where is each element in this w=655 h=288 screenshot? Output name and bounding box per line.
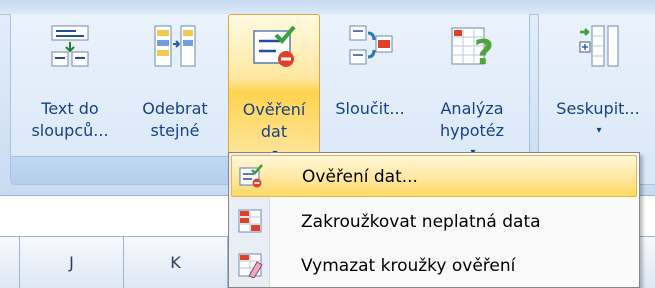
column-header-k[interactable]: K <box>124 237 228 288</box>
menu-item-clear-validation-circles[interactable]: Vymazat kroužky ověření <box>231 245 637 287</box>
group-button[interactable]: Seskupit... ▾ <box>546 14 650 156</box>
text-to-columns-button[interactable]: Text do sloupců... <box>16 14 124 156</box>
data-validation-button[interactable]: Ověření dat▾ <box>228 14 320 159</box>
data-validation-icon <box>239 164 263 188</box>
button-label: Odebrat stejné <box>142 99 208 140</box>
menu-item-circle-invalid-data[interactable]: Zakroužkovat neplatná data <box>231 201 637 243</box>
menu-item-label: Ověření dat... <box>302 167 418 187</box>
circle-invalid-data-icon <box>238 209 262 233</box>
what-if-analysis-icon: ? <box>451 27 494 70</box>
data-validation-menu: Ověření dat... Zakroužkovat neplatná dat… <box>228 152 640 288</box>
data-validation-icon <box>253 25 296 67</box>
button-label: Seskupit... ▾ <box>546 98 650 142</box>
remove-duplicates-button[interactable]: Odebrat stejné <box>132 14 218 156</box>
clear-validation-circles-icon <box>238 253 263 278</box>
column-header-j[interactable]: J <box>20 237 124 288</box>
menu-item-data-validation[interactable]: Ověření dat... <box>231 155 637 197</box>
what-if-analysis-button[interactable]: ? Analýza hypotéz▾ <box>420 14 524 158</box>
group-icon <box>579 25 619 67</box>
dropdown-arrow-icon: ▾ <box>596 125 602 136</box>
svg-text:?: ? <box>474 33 494 70</box>
remove-duplicates-icon <box>154 25 196 67</box>
button-label: Text do sloupců... <box>31 99 109 140</box>
consolidate-icon <box>349 25 393 65</box>
menu-item-label: Vymazat kroužky ověření <box>301 256 516 276</box>
text-to-columns-icon <box>51 25 89 67</box>
consolidate-button[interactable]: Sloučit... <box>322 14 418 156</box>
button-label: Sloučit... <box>335 99 405 118</box>
menu-item-label: Zakroužkovat neplatná data <box>301 212 541 232</box>
column-header-blank[interactable] <box>0 237 20 288</box>
